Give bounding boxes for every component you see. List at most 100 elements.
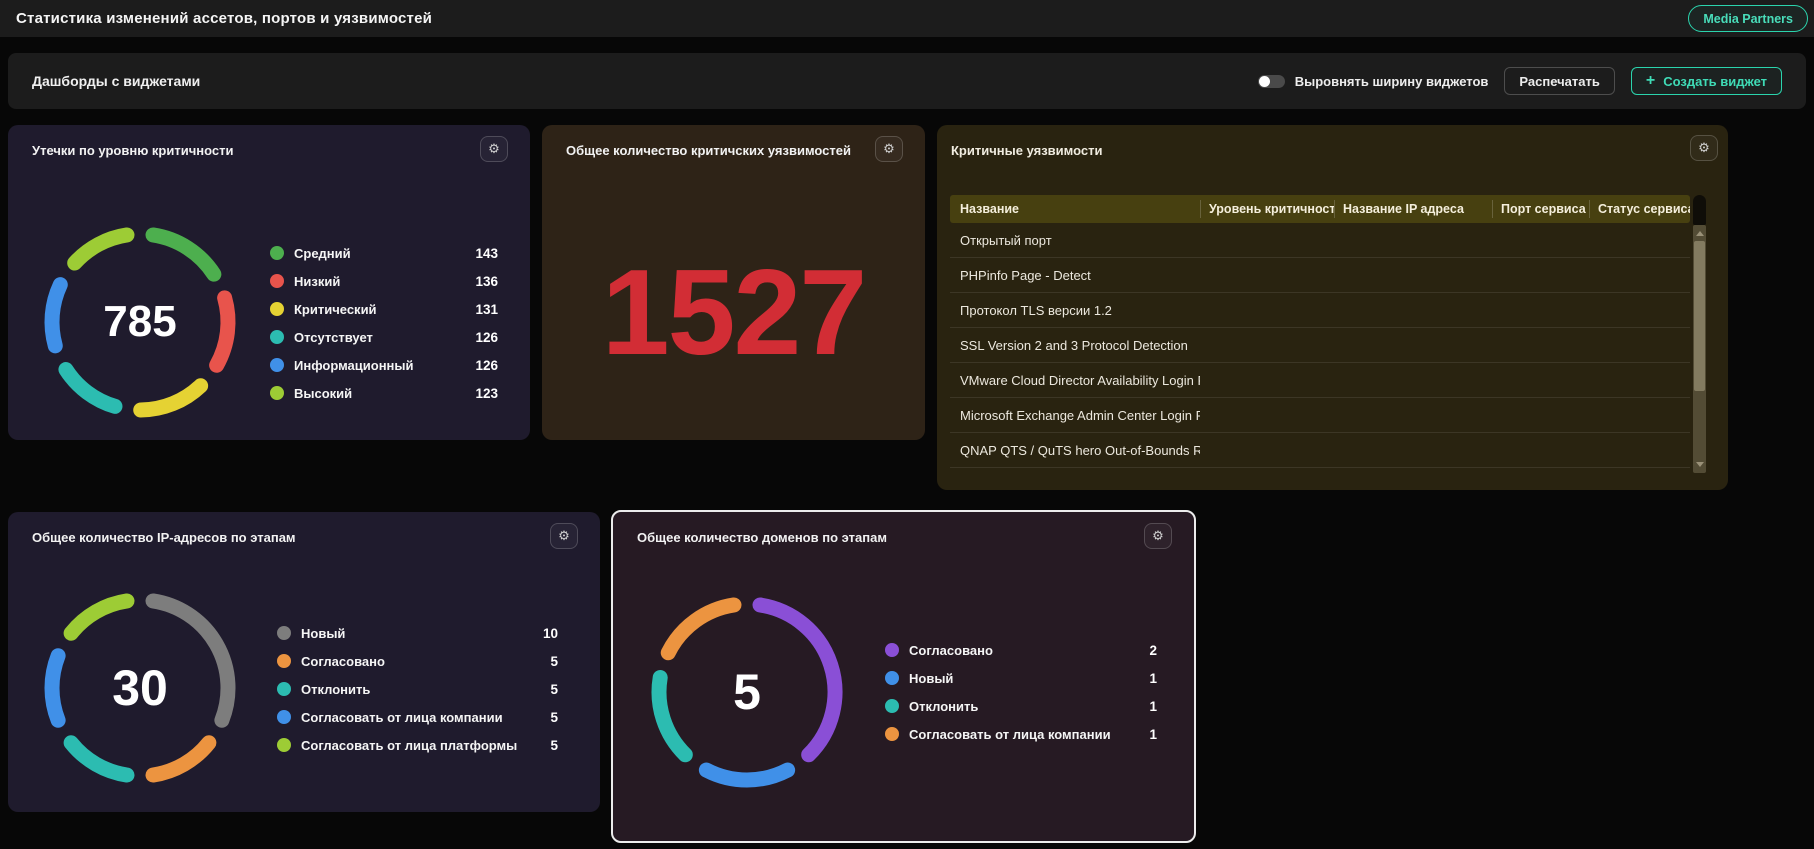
legend-label: Информационный — [294, 358, 465, 373]
create-widget-button[interactable]: + Создать виджет — [1631, 67, 1782, 95]
legend-value: 10 — [543, 626, 558, 641]
vuln-name-cell: Открытый порт — [950, 233, 1200, 248]
donut-chart-domains: 5 — [642, 587, 852, 797]
legend-item: Отсутствует 126 — [270, 323, 498, 351]
legend-color-dot — [270, 330, 284, 344]
legend-label: Согласовано — [301, 654, 540, 669]
table-row[interactable]: Открытый порт — [950, 223, 1690, 258]
legend-color-dot — [885, 699, 899, 713]
gear-icon: ⚙ — [883, 141, 895, 157]
legend-color-dot — [885, 643, 899, 657]
widget-settings-button[interactable]: ⚙ — [875, 136, 903, 162]
widget-settings-button[interactable]: ⚙ — [1144, 523, 1172, 549]
chart-legend: Средний143Низкий136Критический131Отсутст… — [270, 239, 498, 407]
legend-value: 126 — [475, 330, 498, 345]
legend-value: 5 — [550, 738, 558, 753]
dashboard-toolbar: Дашборды с виджетами Выровнять ширину ви… — [8, 53, 1806, 109]
widget-domains-by-stage[interactable]: Общее количество доменов по этапам ⚙ 5 С… — [611, 510, 1196, 843]
legend-color-dot — [270, 302, 284, 316]
legend-item: Низкий 136 — [270, 267, 498, 295]
table-row[interactable]: Microsoft Exchange Admin Center Login Pa… — [950, 398, 1690, 433]
severity-cell — [1200, 268, 1334, 283]
scroll-down-arrow[interactable] — [1696, 462, 1704, 467]
legend-color-dot — [277, 738, 291, 752]
gear-icon: ⚙ — [1698, 140, 1710, 156]
scroll-up-arrow[interactable] — [1696, 231, 1704, 236]
legend-item: Согласовать от лица компании 1 — [885, 720, 1157, 748]
legend-item: Отклонить5 — [277, 675, 558, 703]
legend-value: 2 — [1149, 643, 1157, 658]
legend-value: 143 — [475, 246, 498, 261]
legend-value: 123 — [475, 386, 498, 401]
legend-item: Согласовать от лица платформы5 — [277, 731, 558, 759]
legend-item: Новый 1 — [885, 664, 1157, 692]
legend-value: 136 — [475, 274, 498, 289]
legend-value: 126 — [475, 358, 498, 373]
legend-color-dot — [277, 654, 291, 668]
legend-color-dot — [270, 358, 284, 372]
table-row[interactable]: SSL Version 2 and 3 Protocol Detection — [950, 328, 1690, 363]
legend-color-dot — [885, 727, 899, 741]
scrollbar-track[interactable] — [1693, 225, 1706, 473]
chart-legend: Новый10Согласовано5Отклонить5Согласовать… — [277, 619, 558, 759]
top-header: Статистика изменений ассетов, портов и у… — [0, 0, 1814, 37]
legend-color-dot — [270, 386, 284, 400]
donut-total: 785 — [35, 217, 245, 427]
table-row[interactable]: VMware Cloud Director Availability Login… — [950, 363, 1690, 398]
widget-critical-total[interactable]: Общее количество критичских уязвимостей … — [542, 125, 925, 440]
table-body: Открытый порт PHPinfo Page - Detect Проток… — [950, 223, 1690, 468]
widget-settings-button[interactable]: ⚙ — [1690, 135, 1718, 161]
scrollbar-thumb[interactable] — [1694, 241, 1705, 391]
legend-item: Отклонить1 — [885, 692, 1157, 720]
widget-leaks-by-severity[interactable]: Утечки по уровню критичности ⚙ 785 Средн… — [8, 125, 530, 440]
vuln-name-cell: PHPinfo Page - Detect — [950, 268, 1200, 283]
legend-value: 1 — [1149, 699, 1157, 714]
widget-title: Общее количество IP-адресов по этапам — [32, 530, 296, 545]
legend-item: Высокий123 — [270, 379, 498, 407]
table-header-cell: Статус сервиса — [1589, 200, 1690, 218]
legend-value: 1 — [1149, 727, 1157, 742]
vuln-name-cell: QNAP QTS / QuTS hero Out-of-Bounds Rea..… — [950, 443, 1200, 458]
legend-label: Низкий — [294, 274, 465, 289]
toggle-knob — [1259, 76, 1270, 87]
align-width-toggle-group: Выровнять ширину виджетов — [1258, 74, 1489, 89]
legend-value: 5 — [550, 654, 558, 669]
widget-settings-button[interactable]: ⚙ — [550, 523, 578, 549]
gear-icon: ⚙ — [1152, 528, 1164, 544]
table-row[interactable]: QNAP QTS / QuTS hero Out-of-Bounds Rea..… — [950, 433, 1690, 468]
plus-icon: + — [1646, 73, 1655, 89]
toolbar-actions: Выровнять ширину виджетов Распечатать + … — [1258, 67, 1782, 95]
widget-title: Общее количество доменов по этапам — [637, 530, 887, 545]
widget-ip-by-stage[interactable]: Общее количество IP-адресов по этапам ⚙ … — [8, 512, 600, 812]
vuln-name-cell: SSL Version 2 and 3 Protocol Detection — [950, 338, 1200, 353]
donut-total: 30 — [35, 583, 245, 793]
donut-chart-ip: 30 — [35, 583, 245, 793]
align-width-toggle[interactable] — [1258, 75, 1285, 88]
media-partners-button[interactable]: Media Partners — [1688, 5, 1808, 32]
legend-label: Согласовать от лица компании — [909, 727, 1139, 742]
legend-label: Отсутствует — [294, 330, 465, 345]
vulns-table: НазваниеУровень критичностиНазвание IP а… — [950, 195, 1690, 468]
severity-cell — [1200, 373, 1334, 388]
donut-total: 5 — [642, 587, 852, 797]
severity-cell — [1200, 443, 1334, 458]
table-row[interactable]: Протокол TLS версии 1.2 — [950, 293, 1690, 328]
widget-critical-vulns-table[interactable]: Критичные уязвимости ⚙ НазваниеУровень к… — [937, 125, 1728, 490]
table-header-cell: Название IP адреса — [1334, 200, 1492, 218]
vuln-name-cell: Протокол TLS версии 1.2 — [950, 303, 1200, 318]
legend-color-dot — [277, 626, 291, 640]
severity-cell — [1200, 233, 1334, 248]
severity-cell — [1200, 408, 1334, 423]
table-scrollbar[interactable] — [1693, 195, 1706, 473]
critical-total-value: 1527 — [602, 242, 865, 382]
legend-value: 131 — [475, 302, 498, 317]
legend-color-dot — [277, 710, 291, 724]
legend-label: Новый — [909, 671, 1139, 686]
table-row[interactable]: PHPinfo Page - Detect — [950, 258, 1690, 293]
legend-value: 1 — [1149, 671, 1157, 686]
widget-title: Общее количество критичских уязвимостей — [566, 143, 851, 158]
legend-value: 5 — [550, 682, 558, 697]
widget-settings-button[interactable]: ⚙ — [480, 136, 508, 162]
severity-cell — [1200, 303, 1334, 318]
print-button[interactable]: Распечатать — [1504, 67, 1614, 95]
